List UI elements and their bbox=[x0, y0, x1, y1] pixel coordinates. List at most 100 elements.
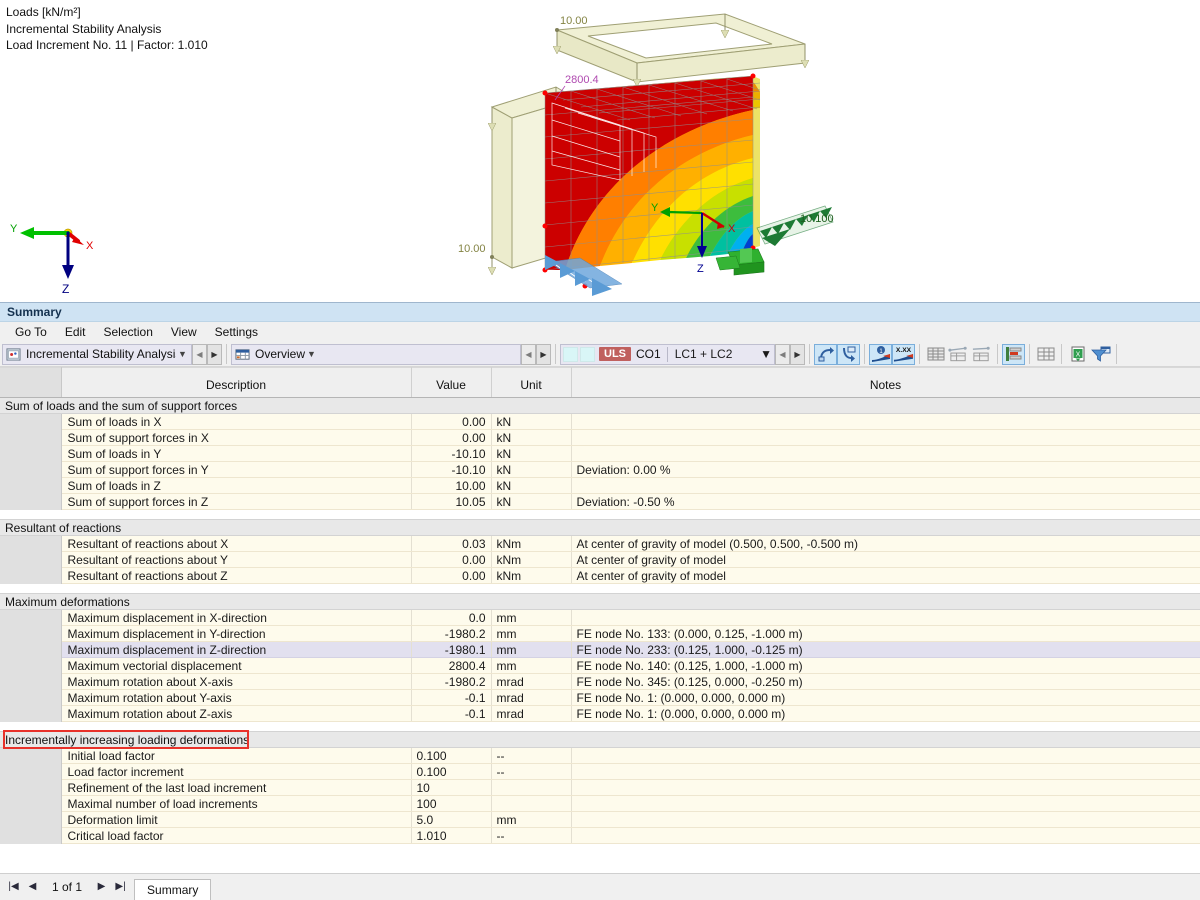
cell-value[interactable]: -0.1 bbox=[411, 689, 492, 706]
menu-item-view[interactable]: View bbox=[162, 322, 206, 342]
view-mode-combo[interactable]: Overview ▼ bbox=[231, 343, 521, 365]
table-row[interactable]: Sum of loads in Z 10.00 kN bbox=[0, 477, 1200, 494]
table-row[interactable]: Maximum rotation about X-axis -1980.2 mrad… bbox=[0, 673, 1200, 690]
row-gutter[interactable] bbox=[0, 795, 62, 812]
row-gutter[interactable] bbox=[0, 567, 62, 584]
cell-value[interactable]: 5.0 bbox=[411, 811, 492, 828]
prev-page-button[interactable]: ◀ bbox=[23, 873, 42, 900]
group-header-row[interactable]: Incrementally increasing loading deforma… bbox=[0, 731, 1200, 748]
first-page-button[interactable]: |◀ bbox=[4, 873, 23, 900]
menu-item-settings[interactable]: Settings bbox=[206, 322, 267, 342]
row-gutter[interactable] bbox=[0, 551, 62, 568]
table-row[interactable]: Maximum rotation about Z-axis -0.1 mrad FE … bbox=[0, 705, 1200, 722]
cell-value[interactable]: 0.00 bbox=[411, 413, 492, 430]
sheet-tab-summary[interactable]: Summary bbox=[134, 879, 212, 900]
row-gutter[interactable] bbox=[0, 689, 62, 706]
combination-next-button[interactable]: ▶ bbox=[790, 343, 805, 365]
export-excel-button[interactable]: X bbox=[1066, 344, 1089, 365]
view-prev-button[interactable]: ◀ bbox=[521, 343, 536, 365]
table-row[interactable]: Resultant of reactions about Y 0.00 kNm At … bbox=[0, 551, 1200, 568]
row-gutter[interactable] bbox=[0, 535, 62, 552]
row-gutter[interactable] bbox=[0, 811, 62, 828]
col-header-value[interactable]: Value bbox=[411, 367, 492, 398]
table-diagram-button[interactable] bbox=[1002, 343, 1025, 365]
table-line-button[interactable] bbox=[947, 344, 970, 365]
cell-value[interactable]: 0.03 bbox=[411, 535, 492, 552]
col-header-notes[interactable]: Notes bbox=[571, 367, 1200, 398]
col-header-description[interactable]: Description bbox=[61, 367, 412, 398]
cell-value[interactable]: 10.05 bbox=[411, 493, 492, 510]
row-gutter[interactable] bbox=[0, 493, 62, 510]
cell-value[interactable]: 10 bbox=[411, 779, 492, 796]
table-row[interactable]: Sum of loads in X 0.00 kN bbox=[0, 413, 1200, 430]
cell-value[interactable]: 0.0 bbox=[411, 609, 492, 626]
chevron-down-icon[interactable]: ▼ bbox=[176, 349, 189, 359]
row-gutter[interactable] bbox=[0, 413, 62, 430]
menu-item-go-to[interactable]: Go To bbox=[6, 322, 56, 342]
load-combination-combo[interactable]: ULS CO1 LC1 + LC2 ▼ bbox=[560, 343, 775, 365]
cell-value[interactable]: 0.100 bbox=[411, 763, 492, 780]
table-member-button[interactable] bbox=[970, 344, 993, 365]
row-gutter[interactable] bbox=[0, 445, 62, 462]
chevron-down-icon[interactable]: ▼ bbox=[305, 349, 318, 359]
cell-value[interactable]: 1.010 bbox=[411, 827, 492, 844]
reference-length-icon-button[interactable] bbox=[814, 343, 837, 365]
cell-value[interactable]: -1980.1 bbox=[411, 641, 492, 658]
cell-value[interactable]: -1980.2 bbox=[411, 673, 492, 690]
last-page-button[interactable]: ▶| bbox=[111, 873, 130, 900]
table-row[interactable]: Sum of support forces in X 0.00 kN bbox=[0, 429, 1200, 446]
cell-value[interactable]: 2800.4 bbox=[411, 657, 492, 674]
menu-item-edit[interactable]: Edit bbox=[56, 322, 95, 342]
table-row[interactable]: Resultant of reactions about X 0.03 kNm At … bbox=[0, 535, 1200, 552]
view-next-button[interactable]: ▶ bbox=[536, 343, 551, 365]
cell-value[interactable]: -10.10 bbox=[411, 461, 492, 478]
table-row[interactable]: Maximum displacement in Y-direction -1980… bbox=[0, 625, 1200, 642]
menu-item-selection[interactable]: Selection bbox=[95, 322, 162, 342]
table-row[interactable]: Sum of support forces in Y -10.10 kN Deviat… bbox=[0, 461, 1200, 478]
row-gutter[interactable] bbox=[0, 477, 62, 494]
row-gutter[interactable] bbox=[0, 705, 62, 722]
table-row[interactable]: Sum of support forces in Z 10.05 kN Deviati… bbox=[0, 493, 1200, 510]
analysis-prev-button[interactable]: ◀ bbox=[192, 343, 207, 365]
filter-button[interactable] bbox=[1089, 344, 1112, 365]
cell-value[interactable]: 10.00 bbox=[411, 477, 492, 494]
row-gutter[interactable] bbox=[0, 673, 62, 690]
cell-value[interactable]: 0.100 bbox=[411, 747, 492, 764]
analysis-type-combo[interactable]: Incremental Stability Analysis ▼ bbox=[2, 343, 192, 365]
table-row[interactable]: Maximum displacement in Z-direction -1980… bbox=[0, 641, 1200, 658]
table-grid-button[interactable] bbox=[1034, 344, 1057, 365]
table-row[interactable]: Initial load factor 0.100 -- bbox=[0, 747, 1200, 764]
table-row[interactable]: Resultant of reactions about Z 0.00 kNm At … bbox=[0, 567, 1200, 584]
table-row[interactable]: Maximum vectorial displacement 2800.4 mm FE… bbox=[0, 657, 1200, 674]
cell-value[interactable]: 0.00 bbox=[411, 429, 492, 446]
row-gutter[interactable] bbox=[0, 641, 62, 658]
reference-surface-icon-button[interactable] bbox=[837, 343, 860, 365]
model-viewport[interactable]: Loads [kN/m²] Incremental Stability Anal… bbox=[0, 0, 1200, 302]
row-gutter[interactable] bbox=[0, 625, 62, 642]
cell-value[interactable]: 0.00 bbox=[411, 567, 492, 584]
next-page-button[interactable]: ▶ bbox=[92, 873, 111, 900]
chevron-down-icon[interactable]: ▼ bbox=[760, 347, 772, 361]
cell-value[interactable]: -1980.2 bbox=[411, 625, 492, 642]
row-gutter[interactable] bbox=[0, 827, 62, 844]
col-header-unit[interactable]: Unit bbox=[491, 367, 572, 398]
col-header-gutter[interactable] bbox=[0, 367, 62, 398]
summary-table-container[interactable]: Description Value Unit Notes Sum of load… bbox=[0, 367, 1200, 873]
table-row[interactable]: Critical load factor 1.010 -- bbox=[0, 827, 1200, 844]
row-gutter[interactable] bbox=[0, 461, 62, 478]
row-gutter[interactable] bbox=[0, 609, 62, 626]
analysis-next-button[interactable]: ▶ bbox=[207, 343, 222, 365]
table-row[interactable]: Maximal number of load increments 100 bbox=[0, 795, 1200, 812]
show-result-values-button[interactable]: 1 bbox=[869, 343, 892, 365]
cell-value[interactable]: -0.1 bbox=[411, 705, 492, 722]
table-row[interactable]: Maximum displacement in X-direction 0.0 mm bbox=[0, 609, 1200, 626]
row-gutter[interactable] bbox=[0, 429, 62, 446]
table-row[interactable]: Deformation limit 5.0 mm bbox=[0, 811, 1200, 828]
group-header-row[interactable]: Resultant of reactions bbox=[0, 519, 1200, 536]
row-gutter[interactable] bbox=[0, 657, 62, 674]
table-row[interactable]: Load factor increment 0.100 -- bbox=[0, 763, 1200, 780]
group-header-row[interactable]: Sum of loads and the sum of support forc… bbox=[0, 397, 1200, 414]
cell-value[interactable]: 100 bbox=[411, 795, 492, 812]
combination-prev-button[interactable]: ◀ bbox=[775, 343, 790, 365]
show-numeric-values-button[interactable]: X.XX bbox=[892, 343, 915, 365]
